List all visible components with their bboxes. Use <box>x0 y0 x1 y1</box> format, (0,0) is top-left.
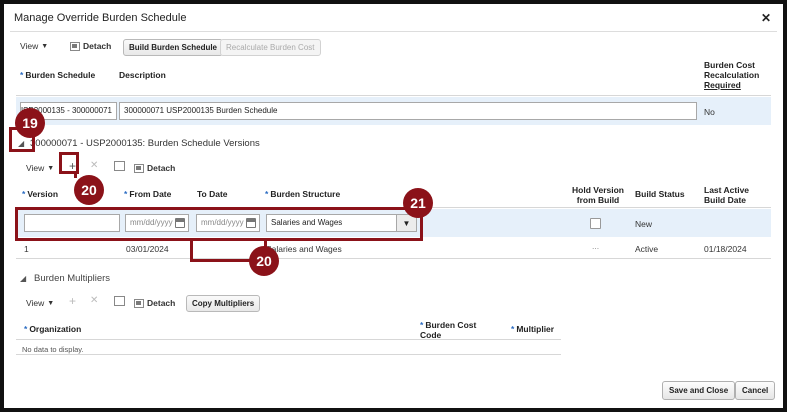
last-active-value: 01/18/2024 <box>704 244 747 254</box>
annotation-step-19: 19 <box>15 108 45 138</box>
col-to-date: To Date <box>197 189 228 199</box>
structure-value: Salaries and Wages <box>266 244 342 254</box>
hold-value: ... <box>592 241 600 251</box>
title-divider <box>10 31 777 32</box>
col-recalc-required: Burden Cost Recalculation Required <box>704 60 760 90</box>
version-value: 1 <box>24 244 29 254</box>
collapse-multipliers-icon[interactable]: ◢ <box>20 274 26 283</box>
detach-icon <box>134 298 144 308</box>
from-date-value: 03/01/2024 <box>126 244 169 254</box>
multipliers-section-title: Burden Multipliers <box>34 273 111 284</box>
col-from-date: * From Date <box>124 189 172 199</box>
annotation-box-21 <box>15 207 423 241</box>
close-icon[interactable]: ✕ <box>761 11 771 25</box>
new-row-status: New <box>635 219 653 229</box>
delete-multiplier-icon: ✕ <box>90 295 99 306</box>
annotation-connector-20b-bottom <box>190 259 250 262</box>
col-burden-schedule: * Burden Schedule <box>20 70 96 80</box>
schedule-header-divider <box>16 95 771 96</box>
col-burden-cost-code: * Burden Cost Code <box>420 320 477 340</box>
chevron-down-icon: ▼ <box>41 42 49 50</box>
detach-label: Detach <box>83 41 112 51</box>
cancel-button[interactable]: Cancel <box>735 381 776 400</box>
status-value: Active <box>635 244 659 254</box>
multipliers-header-divider <box>16 339 561 340</box>
description-field[interactable]: 300000071 USP2000135 Burden Schedule <box>119 102 697 120</box>
build-burden-schedule-button[interactable]: Build Burden Schedule <box>123 39 224 56</box>
dialog-title: Manage Override Burden Schedule <box>14 12 187 24</box>
add-multiplier-icon: + <box>69 294 77 308</box>
annotation-box-20-add <box>59 152 79 174</box>
detach-button[interactable]: Detach <box>70 41 111 51</box>
dialog-frame: Manage Override Burden Schedule ✕ View ▼… <box>0 0 787 412</box>
detach-icon <box>70 41 80 51</box>
annotation-connector-20a <box>74 172 77 178</box>
empty-table-message: No data to display. <box>22 345 84 354</box>
multipliers-detach-button[interactable]: Detach <box>134 298 175 308</box>
view-label: View <box>26 298 45 308</box>
recalc-required-value: No <box>704 107 715 117</box>
annotation-step-20-dates: 20 <box>249 246 279 276</box>
multipliers-bottom-divider <box>16 354 561 355</box>
multipliers-view-menu[interactable]: View ▼ <box>26 298 54 308</box>
view-label: View <box>20 41 39 51</box>
col-organization: * Organization <box>24 324 82 334</box>
annotation-step-21: 21 <box>403 188 433 218</box>
col-multiplier: * Multiplier <box>511 324 555 334</box>
chevron-down-icon: ▼ <box>47 299 55 307</box>
hold-version-checkbox[interactable] <box>590 218 601 229</box>
view-menu[interactable]: View ▼ <box>20 41 48 51</box>
versions-view-menu[interactable]: View ▼ <box>26 163 54 173</box>
col-build-status: Build Status <box>635 189 685 199</box>
versions-detach-button[interactable]: Detach <box>134 163 175 173</box>
col-hold-version: Hold Version from Build <box>572 185 624 205</box>
detach-label: Detach <box>147 163 176 173</box>
detach-label: Detach <box>147 298 176 308</box>
col-last-active: Last Active Build Date <box>704 185 750 205</box>
col-description: Description <box>119 70 166 80</box>
save-and-close-button[interactable]: Save and Close <box>662 381 736 400</box>
versions-section-title: 300000071 - USP2000135: Burden Schedule … <box>30 138 260 149</box>
col-version: * Version <box>22 189 59 199</box>
view-label: View <box>26 163 45 173</box>
copy-multipliers-button[interactable]: Copy Multipliers <box>186 295 261 312</box>
export-icon[interactable] <box>114 161 125 171</box>
annotation-step-20-add: 20 <box>74 175 104 205</box>
detach-icon <box>134 163 144 173</box>
delete-version-icon: ✕ <box>90 160 99 171</box>
col-burden-structure: * Burden Structure <box>265 189 341 199</box>
export-icon[interactable] <box>114 296 125 306</box>
chevron-down-icon: ▼ <box>47 164 55 172</box>
recalculate-burden-cost-button: Recalculate Burden Cost <box>220 39 321 56</box>
versions-bottom-divider <box>16 258 771 259</box>
